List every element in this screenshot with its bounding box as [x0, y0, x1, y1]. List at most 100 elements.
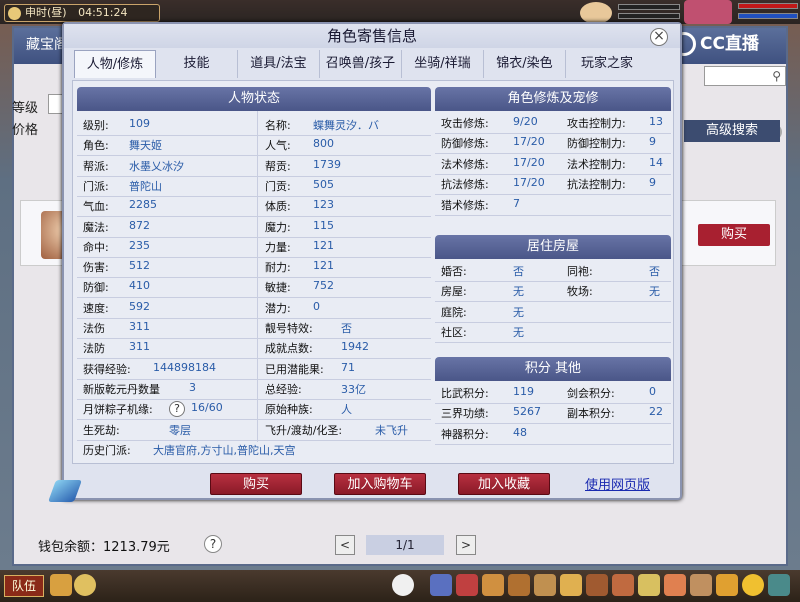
chat-icon[interactable] — [74, 574, 96, 596]
team-icon[interactable] — [534, 574, 556, 596]
points-value: 119 — [513, 385, 534, 398]
time-label: 申时(昼) — [25, 6, 67, 19]
status-label: 成就点数: — [265, 342, 313, 356]
rabbit-icon[interactable] — [392, 574, 414, 596]
status-value: 311 — [129, 320, 150, 333]
status-label: 帮贡: — [265, 159, 291, 173]
status-label: 耐力: — [265, 261, 291, 275]
points-label: 比武积分: — [441, 387, 489, 400]
status-value: 人 — [341, 403, 352, 417]
time-value: 04:51:24 — [78, 6, 128, 19]
pet-portrait[interactable] — [580, 2, 612, 24]
advanced-search-button[interactable]: 高级搜索 — [684, 120, 780, 142]
cultivation-panel-title: 角色修炼及宠修 — [435, 87, 671, 111]
status-label: 门贡: — [265, 179, 291, 193]
row-divider — [77, 175, 431, 177]
use-web-version-link[interactable]: 使用网页版 — [585, 474, 650, 493]
house-label: 婚否: — [441, 265, 467, 278]
skill-icon[interactable] — [664, 574, 686, 596]
tab-summons-children[interactable]: 召唤兽/孩子 — [320, 50, 402, 78]
status-value: 33亿 — [341, 382, 366, 396]
points-label: 三界功绩: — [441, 407, 489, 421]
emote-icon[interactable] — [742, 574, 764, 596]
cultivation-value: 14 — [649, 155, 663, 169]
house-label: 牧场: — [567, 285, 593, 299]
page-indicator: 1/1 — [366, 535, 444, 555]
status-value: 109 — [129, 117, 150, 130]
attack-icon[interactable] — [430, 574, 452, 596]
close-button[interactable]: × — [650, 28, 668, 46]
status-label: 体质: — [265, 200, 291, 214]
row-divider — [77, 256, 431, 258]
tab-mounts[interactable]: 坐骑/祥瑞 — [402, 50, 484, 78]
status-help-icon[interactable]: ? — [169, 401, 185, 418]
tab-character-cultivation[interactable]: 人物/修炼 — [74, 50, 156, 78]
row-divider — [77, 398, 431, 400]
status-label: 月饼粽子机缘: — [83, 403, 153, 417]
buy-button[interactable]: 购买 — [210, 473, 302, 495]
status-value: 3 — [189, 380, 196, 394]
status-value: 800 — [313, 137, 334, 151]
cultivation-value: 9 — [649, 176, 656, 190]
dialog-title: 角色寄售信息 — [64, 24, 680, 48]
status-value: 2285 — [129, 198, 157, 212]
row-divider — [435, 194, 671, 196]
status-label: 速度: — [83, 301, 109, 315]
trade-icon[interactable] — [508, 574, 530, 596]
give-icon[interactable] — [482, 574, 504, 596]
row-divider — [435, 301, 671, 303]
next-page-button[interactable]: > — [456, 535, 476, 555]
quest-icon[interactable] — [586, 574, 608, 596]
points-label: 剑会积分: — [567, 387, 615, 400]
status-value: 752 — [313, 279, 334, 293]
row-divider — [77, 358, 431, 360]
status-rows: 级别: 109 名称: 蝶舞灵汐．バ 角色: 舞天姬 人气: 800 帮派: 水墨乂冰汐 帮贡: 17… — [77, 111, 431, 459]
add-to-favorites-button[interactable]: 加入收藏 — [458, 473, 550, 495]
status-value: 144898184 — [153, 360, 216, 374]
wallet-help-icon[interactable]: ? — [204, 535, 222, 553]
tab-items-treasures[interactable]: 道具/法宝 — [238, 50, 320, 78]
status-label: 力量: — [265, 240, 291, 254]
status-label: 飞升/渡劫/化圣: — [265, 423, 343, 437]
microphone-icon[interactable] — [50, 574, 72, 596]
gift-icon[interactable] — [716, 574, 738, 596]
cultivation-label: 法术控制力: — [567, 157, 626, 171]
tab-skills[interactable]: 技能 — [156, 50, 238, 78]
team-button[interactable]: 队伍 — [4, 575, 44, 597]
row-divider — [77, 155, 431, 157]
status-value: 未飞升 — [375, 423, 408, 437]
tab-player-home[interactable]: 玩家之家 — [566, 50, 648, 78]
friends-icon[interactable] — [638, 574, 660, 596]
cultivation-label: 防御修炼: — [441, 137, 489, 151]
system-icon[interactable] — [768, 574, 790, 596]
wallet-balance: 钱包余额：1213.79元 — [38, 540, 170, 555]
add-to-cart-button[interactable]: 加入购物车 — [334, 473, 426, 495]
search-input[interactable]: ⚲ — [704, 66, 786, 86]
cc-live-watermark: CC直播 — [672, 30, 784, 58]
tab-outfits-dye[interactable]: 锦衣/染色 — [484, 50, 566, 78]
status-value: 水墨乂冰汐 — [129, 159, 184, 173]
row-divider — [77, 378, 431, 380]
cultivation-value: 7 — [513, 196, 520, 210]
prev-page-button[interactable]: < — [335, 535, 355, 555]
cultivation-label: 攻击控制力: — [567, 117, 626, 130]
listing-buy-button[interactable]: 购买 — [698, 224, 770, 246]
status-label: 角色: — [83, 139, 109, 153]
status-label: 帮派: — [83, 159, 109, 173]
status-label: 门派: — [83, 179, 109, 193]
pet-icon[interactable] — [560, 574, 582, 596]
search-icon[interactable]: ⚲ — [772, 69, 781, 83]
status-value: 否 — [341, 322, 352, 335]
row-divider — [435, 214, 671, 216]
item-icon[interactable] — [456, 574, 478, 596]
player-portrait[interactable] — [684, 0, 732, 24]
status-value: 235 — [129, 238, 150, 252]
event-icon[interactable] — [690, 574, 712, 596]
row-divider — [435, 423, 671, 425]
guild-icon[interactable] — [612, 574, 634, 596]
status-label: 防御: — [83, 281, 109, 295]
cultivation-value: 9/20 — [513, 115, 538, 128]
points-panel-title: 积分 其他 — [435, 357, 671, 381]
status-value: 592 — [129, 299, 150, 313]
history-value: 大唐官府,方寸山,普陀山,天宫 — [153, 443, 296, 457]
